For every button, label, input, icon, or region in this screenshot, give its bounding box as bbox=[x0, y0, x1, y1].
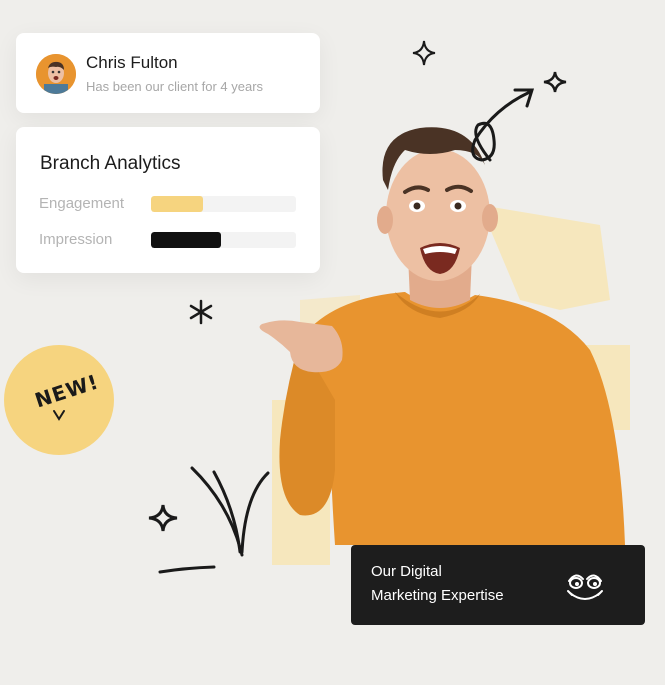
engagement-bar bbox=[151, 196, 296, 212]
impression-bar-fill bbox=[151, 232, 221, 248]
avatar-image bbox=[36, 54, 76, 94]
check-mark-icon bbox=[53, 410, 65, 421]
promo-line-1: Our Digital bbox=[371, 563, 442, 580]
smiling-face-icon bbox=[567, 574, 603, 600]
new-badge: NEW! bbox=[4, 345, 114, 455]
impression-bar bbox=[151, 232, 296, 248]
avatar bbox=[36, 54, 76, 94]
sparkle-icon bbox=[148, 504, 178, 532]
asterisk-icon bbox=[189, 299, 213, 325]
promo-card[interactable]: Our Digital Marketing Expertise bbox=[351, 545, 645, 625]
analytics-card: Branch Analytics Engagement Impression bbox=[16, 127, 320, 273]
analytics-title: Branch Analytics bbox=[40, 153, 181, 174]
client-card: Chris Fulton Has been our client for 4 y… bbox=[16, 33, 320, 113]
promo-line-2: Marketing Expertise bbox=[371, 587, 504, 604]
engagement-bar-fill bbox=[151, 196, 204, 212]
engagement-label: Engagement bbox=[39, 195, 125, 212]
new-badge-text: NEW! bbox=[31, 369, 102, 413]
sparkle-icon bbox=[412, 40, 436, 66]
client-subtitle: Has been our client for 4 years bbox=[86, 79, 264, 94]
impression-label: Impression bbox=[39, 231, 113, 248]
client-name: Chris Fulton bbox=[86, 53, 178, 72]
sparkle-icon bbox=[543, 71, 567, 93]
